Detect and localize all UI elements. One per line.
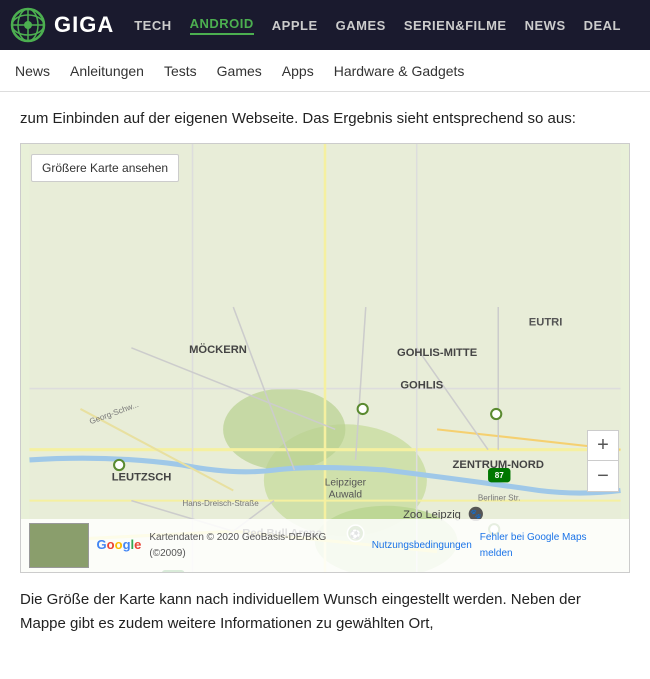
article-content: zum Einbinden auf der eigenen Webseite. … <box>0 92 650 663</box>
svg-text:GOHLIS: GOHLIS <box>400 380 443 392</box>
google-logo: Google <box>97 535 142 556</box>
sec-nav-news[interactable]: News <box>15 63 50 79</box>
enlarge-map-button[interactable]: Größere Karte ansehen <box>31 154 179 182</box>
terms-link[interactable]: Nutzungsbedingungen <box>372 538 472 554</box>
sec-nav-apps[interactable]: Apps <box>282 63 314 79</box>
nav-games[interactable]: GAMES <box>336 18 386 33</box>
top-nav-links: TECH ANDROID APPLE GAMES SERIEN&FILME NE… <box>134 16 621 35</box>
svg-text:EUTRI: EUTRI <box>529 316 563 328</box>
nav-android[interactable]: ANDROID <box>190 16 254 35</box>
map-attribution: Google Kartendaten © 2020 GeoBasis-DE/BK… <box>21 519 629 572</box>
zoom-out-button[interactable]: − <box>588 461 618 491</box>
nav-apple[interactable]: APPLE <box>272 18 318 33</box>
svg-text:ZENTRUM-NORD: ZENTRUM-NORD <box>453 459 544 471</box>
nav-serien[interactable]: SERIEN&FILME <box>404 18 507 33</box>
article-outro: Die Größe der Karte kann nach individuel… <box>20 588 630 636</box>
logo-area[interactable]: GIGA <box>10 7 114 43</box>
sec-nav-anleitungen[interactable]: Anleitungen <box>70 63 144 79</box>
svg-text:Hans-Dreisch-Straße: Hans-Dreisch-Straße <box>182 499 259 508</box>
svg-text:Auwald: Auwald <box>329 490 363 501</box>
giga-logo-icon <box>10 7 46 43</box>
svg-text:MÖCKERN: MÖCKERN <box>189 343 247 356</box>
article-intro: zum Einbinden auf der eigenen Webseite. … <box>20 107 630 131</box>
svg-text:Leipziger: Leipziger <box>325 477 367 488</box>
sec-nav-games[interactable]: Games <box>217 63 262 79</box>
svg-text:87: 87 <box>495 471 505 480</box>
attribution-text: Kartendaten © 2020 GeoBasis-DE/BKG (©200… <box>149 530 363 562</box>
map-svg: 87 87 87 MÖCKERN GOHLIS-MITTE GOHLIS EUT… <box>21 144 629 572</box>
svg-text:Berliner Str.: Berliner Str. <box>478 494 521 503</box>
nav-tech[interactable]: TECH <box>134 18 171 33</box>
map-thumbnail <box>29 523 89 568</box>
svg-text:LEUTZSCH: LEUTZSCH <box>112 471 172 483</box>
logo-text: GIGA <box>54 12 114 38</box>
zoom-in-button[interactable]: + <box>588 431 618 461</box>
sec-nav-tests[interactable]: Tests <box>164 63 197 79</box>
nav-deal[interactable]: DEAL <box>584 18 621 33</box>
svg-text:GOHLIS-MITTE: GOHLIS-MITTE <box>397 347 478 359</box>
sec-nav-hardware[interactable]: Hardware & Gadgets <box>334 63 465 79</box>
top-navigation: GIGA TECH ANDROID APPLE GAMES SERIEN&FIL… <box>0 0 650 50</box>
zoom-controls: + − <box>587 430 619 492</box>
secondary-navigation: News Anleitungen Tests Games Apps Hardwa… <box>0 50 650 92</box>
report-link[interactable]: Fehler bei Google Maps melden <box>480 530 621 562</box>
map-embed: Größere Karte ansehen <box>20 143 630 573</box>
nav-news[interactable]: NEWS <box>525 18 566 33</box>
